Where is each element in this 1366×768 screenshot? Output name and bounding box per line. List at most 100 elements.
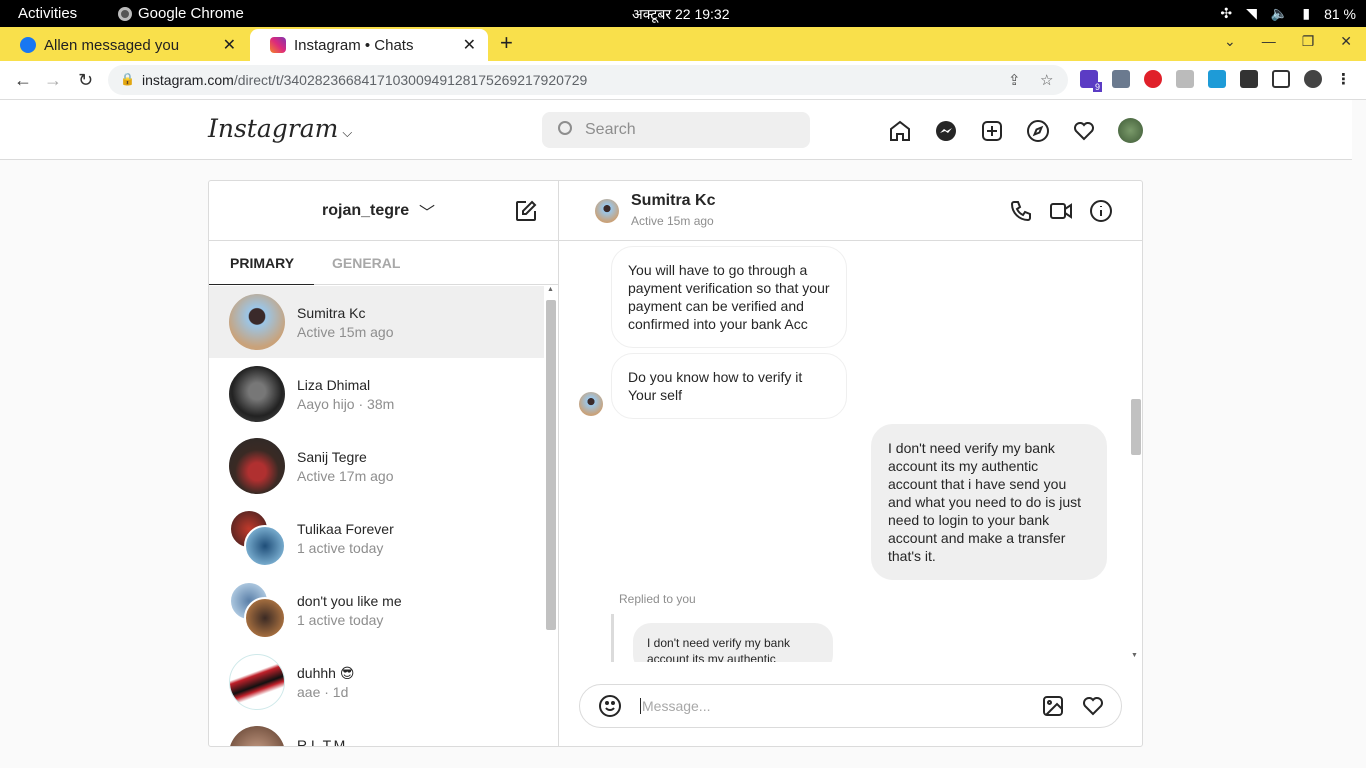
chrome-icon [118,6,132,21]
forward-button[interactable]: → [44,70,62,91]
tab-instagram[interactable]: Instagram • Chats ✕ [250,29,488,61]
conversation-header: Sumitra Kc Active 15m ago [559,181,1142,241]
back-button[interactable]: ← [14,70,32,91]
compose-icon[interactable] [514,199,538,223]
tab-facebook[interactable]: Allen messaged you ✕ [0,29,248,61]
emoji-icon[interactable] [598,694,622,718]
message-bubble[interactable]: I don't need verify my bank account its … [871,424,1107,580]
scroll-down-icon[interactable]: ▼ [1131,652,1138,659]
account-switcher[interactable]: rojan_tegre [322,202,409,220]
chevron-down-icon: ⌵ [342,126,353,141]
maximize-button[interactable]: ❐ [1302,33,1315,50]
image-upload-icon[interactable] [1041,694,1065,718]
phone-icon[interactable] [1009,199,1033,223]
tab-title: Instagram • Chats [294,36,414,54]
avatar [229,654,285,710]
activity-heart-icon[interactable] [1072,119,1096,143]
message-input[interactable]: Message... [640,698,710,714]
replied-label: Replied to you [619,592,696,606]
thread-name: Tulikaa Forever [297,521,394,537]
message-scrollbar[interactable]: ▼ [1129,242,1142,662]
share-icon[interactable]: ⇪ [1008,71,1021,89]
scroll-up-icon[interactable]: ▲ [547,286,554,293]
tab-search-icon[interactable]: ⌄ [1224,33,1236,50]
avatar[interactable] [595,199,619,223]
message-list: You will have to go through a payment ve… [559,242,1142,662]
like-heart-icon[interactable] [1081,694,1105,718]
video-call-icon[interactable] [1049,199,1073,223]
explore-icon[interactable] [1026,119,1050,143]
tab-general[interactable]: GENERAL [332,255,400,271]
new-post-icon[interactable] [980,119,1004,143]
thread-item[interactable]: Liza Dhimal Aayo hijo · 38m [209,358,544,430]
active-tab-indicator [209,284,314,285]
scroll-thumb[interactable] [546,300,556,630]
thread-name: R.L.T.M. [297,737,350,746]
thread-status: aae · 1d [297,684,349,700]
message-bubble[interactable]: You will have to go through a payment ve… [611,246,847,348]
instagram-icon [270,37,286,53]
thread-name: Sumitra Kc [297,305,366,321]
extensions-puzzle-icon[interactable] [1240,70,1258,88]
home-icon[interactable] [888,119,912,143]
messenger-icon[interactable] [934,119,958,143]
side-panel-icon[interactable] [1272,70,1290,88]
thread-item[interactable]: Sumitra Kc Active 15m ago [209,286,544,358]
menu-icon[interactable]: ⋮ [1336,70,1354,88]
new-tab-button[interactable]: + [500,30,513,56]
thread-item[interactable]: R.L.T.M. [209,718,544,746]
volume-icon: 🔈 [1270,5,1289,21]
reload-button[interactable]: ↻ [78,70,93,91]
thread-item[interactable]: Tulikaa Forever 1 active today [209,502,544,574]
thread-list-scrollbar[interactable]: ▲ [545,286,557,746]
activities-button[interactable]: Activities [18,5,77,22]
tab-strip: Allen messaged you ✕ Instagram • Chats ✕… [0,27,1366,61]
message-bubble[interactable]: Do you know how to verify it Your self [611,353,847,419]
toolbar: ← → ↻ 🔒 instagram.com/direct/t/340282366… [0,61,1366,100]
app-menu[interactable]: Google Chrome [118,5,244,22]
lock-icon[interactable]: 🔒 [120,72,135,86]
thread-list: Sumitra Kc Active 15m ago Liza Dhimal Aa… [209,286,544,746]
thread-status: Active 17m ago [297,468,394,484]
profile-avatar[interactable] [1118,118,1143,143]
close-tab-icon[interactable]: ✕ [463,35,476,55]
avatar [229,294,285,350]
profile-avatar[interactable] [1304,70,1322,88]
system-tray[interactable]: ✣ ◥ 🔈 ▮ 81 % [1220,5,1356,22]
clock[interactable]: अक्टूबर 22 19:32 [632,5,730,24]
minimize-button[interactable]: — [1262,33,1276,50]
extension-icon[interactable] [1144,70,1162,88]
extension-icon[interactable] [1112,70,1130,88]
avatar[interactable] [579,392,603,416]
thread-name: don't you like me [297,593,402,609]
thread-item[interactable]: duhhh 😎 aae · 1d [209,646,544,718]
search-icon [558,121,572,135]
search-placeholder: Search [585,121,636,138]
thread-name: Liza Dhimal [297,377,371,393]
close-tab-icon[interactable]: ✕ [223,35,236,55]
avatar [244,525,286,567]
page-scrollbar[interactable] [1352,100,1366,768]
extension-icon[interactable]: 9 [1080,70,1102,92]
thread-item[interactable]: don't you like me 1 active today [209,574,544,646]
battery-percent: 81 % [1324,5,1356,22]
chevron-down-icon[interactable]: ﹀ [419,199,435,223]
close-window-button[interactable]: ✕ [1340,33,1352,50]
address-bar[interactable]: 🔒 instagram.com/direct/t/340282366841710… [108,65,1068,95]
bookmark-star-icon[interactable]: ☆ [1040,71,1053,89]
search-input[interactable]: Search [542,112,810,148]
scroll-thumb[interactable] [1131,399,1141,455]
camera-extension-icon[interactable] [1176,70,1194,88]
avatar [244,597,286,639]
conversation-actions [1009,199,1113,223]
contact-name[interactable]: Sumitra Kc [631,192,715,210]
extension-icon[interactable] [1208,70,1226,88]
instagram-logo[interactable]: Instagram ⌵ [208,114,352,143]
reply-preview[interactable]: I don't need verify my bank account its … [633,623,833,662]
app-name: Google Chrome [138,5,244,22]
tab-primary[interactable]: PRIMARY [230,255,294,271]
reply-indicator [611,614,614,662]
thread-item[interactable]: Sanij Tegre Active 17m ago [209,430,544,502]
info-icon[interactable] [1089,199,1113,223]
thread-status: 1 active today [297,540,384,556]
